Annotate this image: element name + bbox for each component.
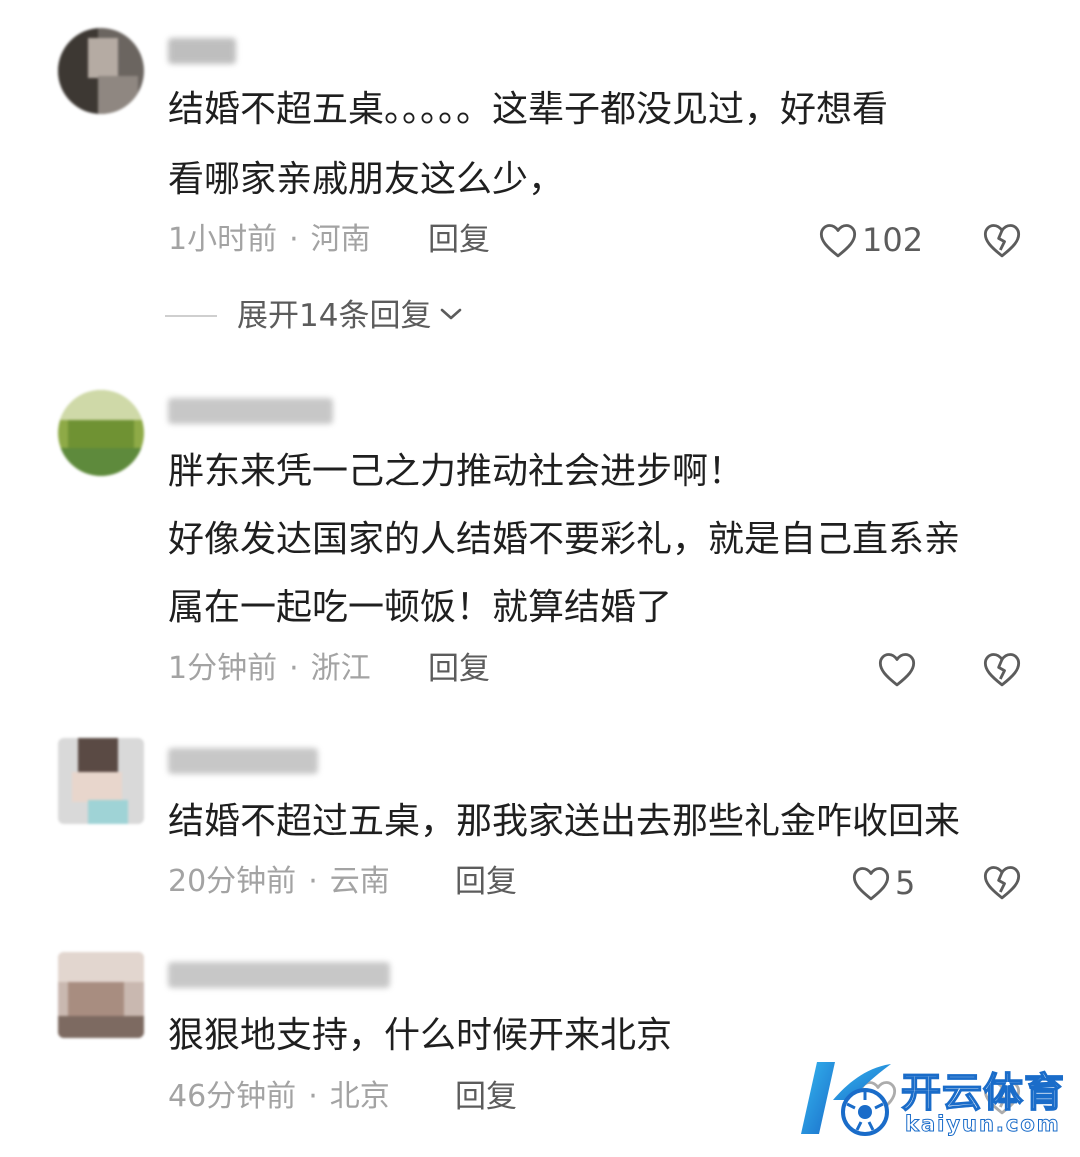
reply-button[interactable]: 回复: [428, 649, 490, 689]
comment-meta: 20分钟前 · 云南: [168, 862, 390, 902]
like-count: 5: [895, 864, 916, 902]
comment-location: 北京: [329, 1079, 390, 1114]
meta-separator: ·: [289, 222, 299, 257]
broken-heart-icon: [982, 653, 1022, 692]
username-blurred[interactable]: [168, 748, 318, 774]
comment-text: 属在一起吃一顿饭！就算结婚了: [168, 587, 673, 628]
comment-meta: 1分钟前 · 浙江: [168, 649, 371, 689]
like-button[interactable]: [877, 650, 921, 688]
reply-button[interactable]: 回复: [455, 862, 517, 902]
expand-replies-label: 展开14条回复: [237, 298, 432, 334]
comment-text: 好像发达国家的人结婚不要彩礼，就是自己直系亲: [168, 519, 961, 560]
dislike-button[interactable]: [982, 863, 1022, 905]
heart-outline-icon: [851, 864, 891, 902]
username-blurred[interactable]: [168, 962, 390, 988]
comment-text: 结婚不超五桌。。。。。这辈子都没见过，好想看: [168, 89, 889, 130]
broken-heart-icon: [982, 866, 1022, 905]
comment-location: 云南: [329, 864, 390, 899]
reply-button[interactable]: 回复: [428, 220, 490, 260]
heart-outline-icon: [877, 650, 917, 688]
chevron-down-icon: [437, 304, 465, 328]
broken-heart-icon: [982, 224, 1022, 263]
avatar[interactable]: [58, 952, 144, 1038]
like-button[interactable]: 102: [818, 220, 923, 260]
expand-replies-button[interactable]: 展开14条回复: [165, 296, 465, 336]
avatar[interactable]: [58, 390, 144, 476]
avatar[interactable]: [58, 738, 144, 824]
meta-separator: ·: [308, 864, 318, 899]
comment-time: 1分钟前: [168, 651, 278, 686]
comment-time: 46分钟前: [168, 1079, 297, 1114]
like-count: 102: [862, 221, 924, 259]
reply-button[interactable]: 回复: [455, 1077, 517, 1117]
comment-time: 20分钟前: [168, 864, 297, 899]
comment-text: 结婚不超过五桌，那我家送出去那些礼金咋收回来: [168, 801, 961, 842]
divider: [165, 315, 217, 317]
username-blurred[interactable]: [168, 38, 236, 64]
watermark-title: 开云体育: [900, 1069, 1065, 1117]
comment-location: 河南: [310, 222, 371, 257]
comment-meta: 46分钟前 · 北京: [168, 1077, 390, 1117]
watermark-logo: 开云体育 kaiyun.com: [795, 1052, 1070, 1147]
meta-separator: ·: [308, 1079, 318, 1114]
comment-text: 胖东来凭一己之力推动社会进步啊！: [168, 451, 745, 492]
watermark-url: kaiyun.com: [905, 1112, 1061, 1137]
comment-text: 狠狠地支持，什么时候开来北京: [168, 1015, 673, 1056]
heart-outline-icon: [818, 221, 858, 259]
dislike-button[interactable]: [982, 650, 1022, 692]
avatar[interactable]: [58, 28, 144, 114]
username-blurred[interactable]: [168, 398, 333, 424]
comment-time: 1小时前: [168, 222, 278, 257]
comment-location: 浙江: [310, 651, 371, 686]
like-button[interactable]: 5: [851, 863, 915, 903]
comment-text: 看哪家亲戚朋友这么少，: [168, 159, 565, 200]
dislike-button[interactable]: [982, 221, 1022, 263]
comment-meta: 1小时前 · 河南: [168, 220, 371, 260]
meta-separator: ·: [289, 651, 299, 686]
